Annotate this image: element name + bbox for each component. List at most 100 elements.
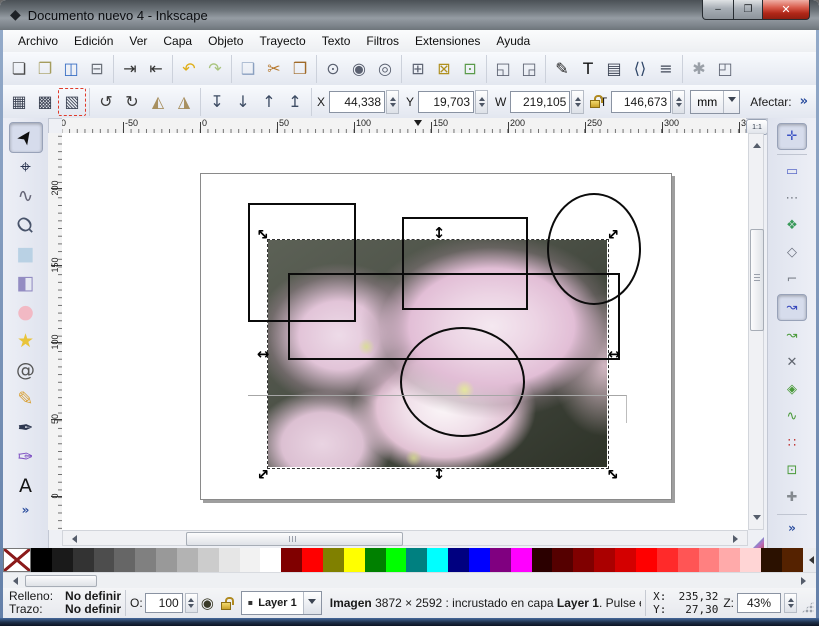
select-all-layers-button[interactable]: ▩ [32, 89, 58, 115]
menu-ver[interactable]: Ver [122, 31, 154, 51]
raise-to-top-button[interactable]: ↥ [282, 89, 308, 115]
width-spinner[interactable] [571, 89, 585, 114]
snap-cusp-nodes-button[interactable]: ◈ [778, 377, 806, 402]
palette-swatch[interactable] [385, 548, 407, 572]
palette-swatch[interactable] [197, 548, 219, 572]
opacity-input[interactable]: 100 [144, 593, 183, 613]
palette-swatch[interactable] [448, 548, 470, 572]
palette-swatch[interactable] [177, 548, 198, 572]
canvas[interactable]: ↔ ↕ ↔ ↔ ↔ ↔ ↕ ↔ [62, 133, 748, 530]
import-button[interactable]: ⇥ [117, 56, 143, 82]
redo-button[interactable]: ↷ [202, 56, 228, 82]
palette-scrollbar[interactable] [3, 572, 816, 588]
toolbar-overflow-chevron[interactable]: » [800, 94, 808, 109]
palette-swatch[interactable] [72, 548, 94, 572]
flip-horizontal-button[interactable]: ◭ [145, 89, 171, 115]
tweak-tool[interactable]: ∿ [10, 182, 42, 211]
scroll-left-arrow-icon[interactable] [68, 535, 77, 543]
palette-swatch[interactable] [406, 548, 428, 572]
selection-handle-bottom-center[interactable]: ↕ [431, 465, 447, 483]
palette-swatch[interactable] [510, 548, 532, 572]
palette-swatch[interactable] [761, 548, 782, 572]
title-bar[interactable]: ◆ Documento nuevo 4 - Inkscape – ❐ ✕ [0, 0, 819, 31]
palette-swatch[interactable] [156, 548, 178, 572]
resize-grip[interactable] [801, 600, 814, 614]
palette-swatch[interactable] [719, 548, 741, 572]
vertical-scrollbar[interactable] [748, 133, 764, 530]
new-document-button[interactable]: ❏ [6, 56, 32, 82]
y-spinner[interactable] [475, 89, 489, 114]
menu-ayuda[interactable]: Ayuda [489, 31, 537, 51]
save-button[interactable]: ◫ [58, 56, 84, 82]
palette-swatch[interactable] [656, 548, 678, 572]
text-dialog-button[interactable]: T [575, 56, 601, 82]
selector-tool[interactable]: ➤ [8, 122, 43, 153]
document-properties-button[interactable]: ◰ [712, 56, 738, 82]
rotate-ccw-button[interactable]: ↺ [93, 89, 119, 115]
snapbar-overflow-chevron[interactable]: » [788, 521, 796, 535]
lower-button[interactable]: ↓ [230, 89, 256, 115]
palette-swatch[interactable] [677, 548, 699, 572]
lock-ratio-icon[interactable] [590, 95, 598, 108]
ungroup-button[interactable]: ◲ [516, 56, 542, 82]
snap-bounding-box-button[interactable]: ▭ [778, 159, 806, 184]
menu-texto[interactable]: Texto [315, 31, 358, 51]
snap-bbox-centers-button[interactable]: ⌐ [778, 267, 806, 292]
spiral-tool[interactable]: @ [10, 356, 42, 385]
maximize-button[interactable]: ❐ [734, 0, 762, 20]
palette-swatch[interactable] [531, 548, 553, 572]
snap-nodes-button[interactable]: ↝ [777, 294, 807, 321]
scroll-right-arrow-icon[interactable] [733, 535, 742, 543]
selection-handle-middle-left[interactable]: ↔ [255, 345, 271, 363]
horizontal-scrollbar[interactable] [62, 530, 748, 546]
height-input[interactable]: 146,673 [611, 90, 672, 113]
horizontal-scrollbar-thumb[interactable] [186, 532, 403, 546]
palette-swatch[interactable] [51, 548, 73, 572]
palette-swatch[interactable] [31, 548, 52, 572]
zoom-selection-button[interactable]: ⊙ [320, 56, 346, 82]
palette-swatch[interactable] [594, 548, 616, 572]
zoom-page-button[interactable]: ◎ [372, 56, 398, 82]
selection-handle-middle-right[interactable]: ↔ [606, 345, 622, 363]
minimize-button[interactable]: – [702, 0, 734, 20]
x-spinner[interactable] [386, 89, 400, 114]
deselect-button[interactable]: ▧ [58, 87, 86, 116]
box3d-tool[interactable]: ◧ [10, 269, 42, 298]
preferences-button[interactable]: ✱ [686, 56, 712, 82]
menu-edicion[interactable]: Edición [67, 31, 120, 51]
snap-paths-button[interactable]: ↝ [778, 323, 806, 348]
pen-tool[interactable]: ✒ [10, 414, 42, 443]
thin-gray-path[interactable] [248, 395, 627, 423]
cut-button[interactable]: ✂ [261, 56, 287, 82]
palette-swatch[interactable] [698, 548, 720, 572]
paste-button[interactable]: ❒ [287, 56, 313, 82]
palette-swatch[interactable] [218, 548, 240, 572]
vertical-scrollbar-thumb[interactable] [750, 229, 764, 331]
snap-rotation-centers-button[interactable]: ✚ [778, 485, 806, 510]
palette-swatch[interactable] [615, 548, 636, 572]
rotate-cw-button[interactable]: ↻ [119, 89, 145, 115]
palette-swatch[interactable] [573, 548, 595, 572]
y-input[interactable]: 19,703 [418, 90, 475, 113]
horizontal-ruler[interactable]: -100-50050100150200250300350 [62, 118, 746, 134]
close-button[interactable]: ✕ [762, 0, 810, 20]
palette-swatch[interactable] [552, 548, 574, 572]
duplicate-button[interactable]: ⊞ [405, 56, 431, 82]
snap-midpoints-button[interactable]: ∷ [778, 431, 806, 456]
raise-button[interactable]: ↑ [256, 89, 282, 115]
snap-enable-button[interactable]: ✛ [777, 123, 807, 150]
layer-dropdown-arrow-icon[interactable] [302, 592, 321, 614]
palette-swatch-none[interactable] [3, 548, 31, 572]
calligraphy-tool[interactable]: ✑ [10, 443, 42, 472]
pencil-tool[interactable]: ✎ [10, 385, 42, 414]
zoom-spinner[interactable] [784, 593, 797, 613]
palette-swatch[interactable] [489, 548, 511, 572]
palette-swatch[interactable] [469, 548, 490, 572]
opacity-spinner[interactable] [184, 593, 198, 613]
align-dialog-button[interactable]: ≡ [653, 56, 679, 82]
palette-swatch[interactable] [114, 548, 136, 572]
palette-swatch[interactable] [427, 548, 449, 572]
current-layer-dropdown[interactable]: ▪ Layer 1 [240, 591, 322, 615]
palette-swatch[interactable] [135, 548, 157, 572]
height-spinner[interactable] [672, 89, 686, 114]
